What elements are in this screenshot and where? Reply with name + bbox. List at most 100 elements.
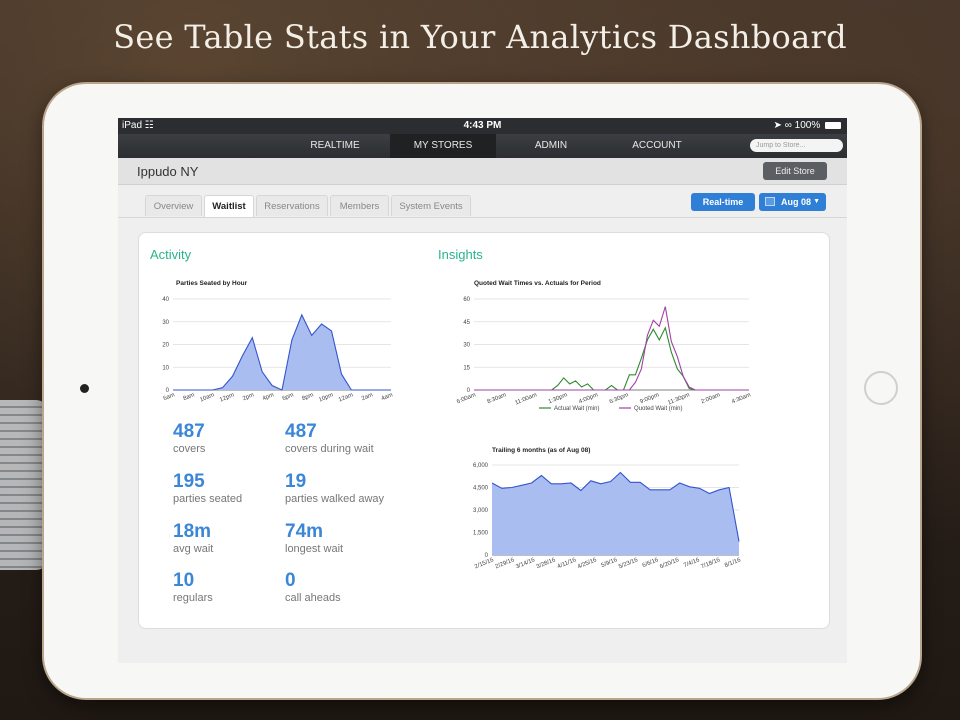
- y-tick-label: 1,500: [473, 531, 489, 537]
- tab-system-events[interactable]: System Events: [391, 195, 471, 216]
- edit-store-button[interactable]: Edit Store: [763, 162, 827, 180]
- calendar-icon: [765, 197, 775, 206]
- legend-label: Quoted Wait (min): [634, 406, 682, 412]
- tab-waitlist[interactable]: Waitlist: [204, 195, 254, 217]
- x-tick-label: 6/6/16: [642, 557, 660, 569]
- x-tick-label: 4:00pm: [578, 392, 599, 405]
- x-tick-label: 9:00pm: [639, 392, 660, 405]
- chevron-down-icon: ▼: [813, 198, 820, 205]
- battery-icon: [825, 121, 841, 129]
- x-tick-label: 1:30pm: [548, 392, 569, 405]
- x-tick-label: 2pm: [242, 392, 255, 402]
- x-tick-label: 3/14/16: [515, 557, 536, 570]
- area-fill: [173, 314, 391, 390]
- x-tick-label: 6:00am: [456, 392, 477, 405]
- trailing-six-months-chart: 01,5003,0004,5006,0002/15/16 2/29/16 3/14/…: [473, 463, 742, 570]
- status-bar: iPad ☷ 4:43 PM ➤ ∞ 100%: [118, 118, 847, 134]
- date-label: Aug 08: [781, 197, 812, 207]
- tab-bar: Overview Waitlist Reservations Members S…: [118, 185, 847, 218]
- x-tick-label: 8am: [182, 392, 195, 402]
- x-tick-label: 4/25/16: [577, 557, 598, 570]
- x-tick-label: 11:30pm: [667, 392, 690, 406]
- ipad-screen: iPad ☷ 4:43 PM ➤ ∞ 100% REALTIME MY STOR…: [118, 118, 847, 663]
- parties-seated-chart: 0102030406am 8am 10am 12pm 2pm 4pm 6pm 8pm 10pm 1…: [162, 297, 394, 403]
- chart1-title: Parties Seated by Hour: [176, 280, 248, 287]
- store-name: Ippudo NY: [137, 164, 199, 179]
- x-tick-label: 6:30pm: [609, 392, 630, 405]
- wait-times-chart: 0153045606:00am 8:30am 11:00am 1:30pm 4:00pm…: [456, 297, 752, 412]
- x-tick-label: 11:00am: [514, 392, 537, 406]
- series-line: [173, 313, 391, 391]
- y-tick-label: 30: [463, 343, 470, 349]
- area-fill: [492, 472, 739, 555]
- x-tick-label: 7/18/16: [700, 557, 721, 570]
- y-tick-label: 40: [162, 297, 169, 303]
- store-header: Ippudo NY Edit Store: [118, 158, 847, 185]
- stat-parties-seated: 195 parties seated: [173, 471, 243, 506]
- location-icon: ➤: [773, 120, 782, 131]
- tab-reservations[interactable]: Reservations: [256, 195, 328, 216]
- x-tick-label: 4am: [381, 392, 394, 402]
- x-tick-label: 3/28/16: [536, 557, 557, 570]
- x-tick-label: 7/4/16: [683, 557, 701, 569]
- x-tick-label: 6am: [163, 392, 176, 402]
- store-search-input[interactable]: Jump to Store...: [750, 139, 843, 152]
- stat-parties-walked-away: 19 parties walked away: [285, 471, 385, 506]
- x-tick-label: 8/1/16: [724, 557, 742, 569]
- y-tick-label: 3,000: [473, 508, 489, 514]
- promo-headline: See Table Stats in Your Analytics Dashbo…: [113, 18, 847, 56]
- x-tick-label: 2:00am: [700, 392, 721, 405]
- stat-regulars: 10 regulars: [173, 570, 213, 605]
- realtime-button[interactable]: Real-time: [691, 193, 755, 211]
- stat-avg-wait: 18m avg wait: [173, 521, 214, 556]
- x-tick-label: 10am: [199, 392, 215, 403]
- x-tick-label: 4pm: [262, 392, 275, 402]
- y-tick-label: 30: [162, 320, 169, 326]
- y-tick-label: 60: [463, 297, 470, 303]
- dashboard-card: Activity Insights Parties Seated by Hour…: [138, 232, 830, 629]
- date-picker-button[interactable]: Aug 08 ▼: [759, 193, 826, 211]
- stat-call-aheads: 0 call aheads: [285, 570, 341, 605]
- legend-label: Actual Wait (min): [554, 406, 599, 412]
- x-tick-label: 6pm: [282, 392, 295, 402]
- top-nav: REALTIME MY STORES ADMIN ACCOUNT Jump to…: [118, 134, 847, 158]
- x-tick-label: 10pm: [318, 392, 334, 403]
- status-time: 4:43 PM: [463, 120, 502, 131]
- tab-members[interactable]: Members: [330, 195, 389, 216]
- stat-longest-wait: 74m longest wait: [285, 521, 344, 556]
- x-tick-label: 8pm: [301, 392, 314, 402]
- x-tick-label: 12pm: [219, 392, 235, 403]
- y-tick-label: 45: [463, 320, 470, 326]
- chart3-title: Trailing 6 months (as of Aug 08): [492, 447, 591, 454]
- x-tick-label: 4:30am: [731, 392, 752, 405]
- series-line: [474, 326, 749, 391]
- home-button[interactable]: [864, 371, 898, 405]
- stacked-plates-decoration: [0, 400, 48, 570]
- battery-percent: 100%: [794, 120, 821, 131]
- chart2-title: Quoted Wait Times vs. Actuals for Period: [474, 280, 601, 287]
- nav-realtime[interactable]: REALTIME: [282, 134, 388, 158]
- y-tick-label: 10: [162, 365, 169, 371]
- x-tick-label: 5/23/16: [618, 557, 639, 570]
- tab-overview[interactable]: Overview: [145, 195, 202, 216]
- nav-admin[interactable]: ADMIN: [498, 134, 604, 158]
- nav-my-stores[interactable]: MY STORES: [390, 134, 496, 158]
- activity-title: Activity: [150, 247, 192, 262]
- x-tick-label: 2/15/16: [474, 557, 495, 570]
- y-tick-label: 20: [162, 343, 169, 349]
- x-tick-label: 12am: [338, 392, 354, 403]
- insights-title: Insights: [438, 247, 483, 262]
- y-tick-label: 6,000: [473, 463, 489, 469]
- camera-icon: [80, 384, 89, 393]
- y-tick-label: 15: [463, 365, 470, 371]
- x-tick-label: 2/29/16: [495, 557, 516, 570]
- x-tick-label: 6/20/16: [659, 557, 680, 570]
- nav-account[interactable]: ACCOUNT: [604, 134, 710, 158]
- series-line: [474, 306, 749, 391]
- y-tick-label: 4,500: [473, 486, 489, 492]
- x-tick-label: 5/9/16: [601, 557, 619, 569]
- stat-covers: 487 covers: [173, 421, 206, 456]
- x-tick-label: 8:30am: [486, 392, 507, 405]
- stat-covers-during-wait: 487 covers during wait: [285, 421, 374, 456]
- bluetooth-icon: ∞: [784, 120, 792, 131]
